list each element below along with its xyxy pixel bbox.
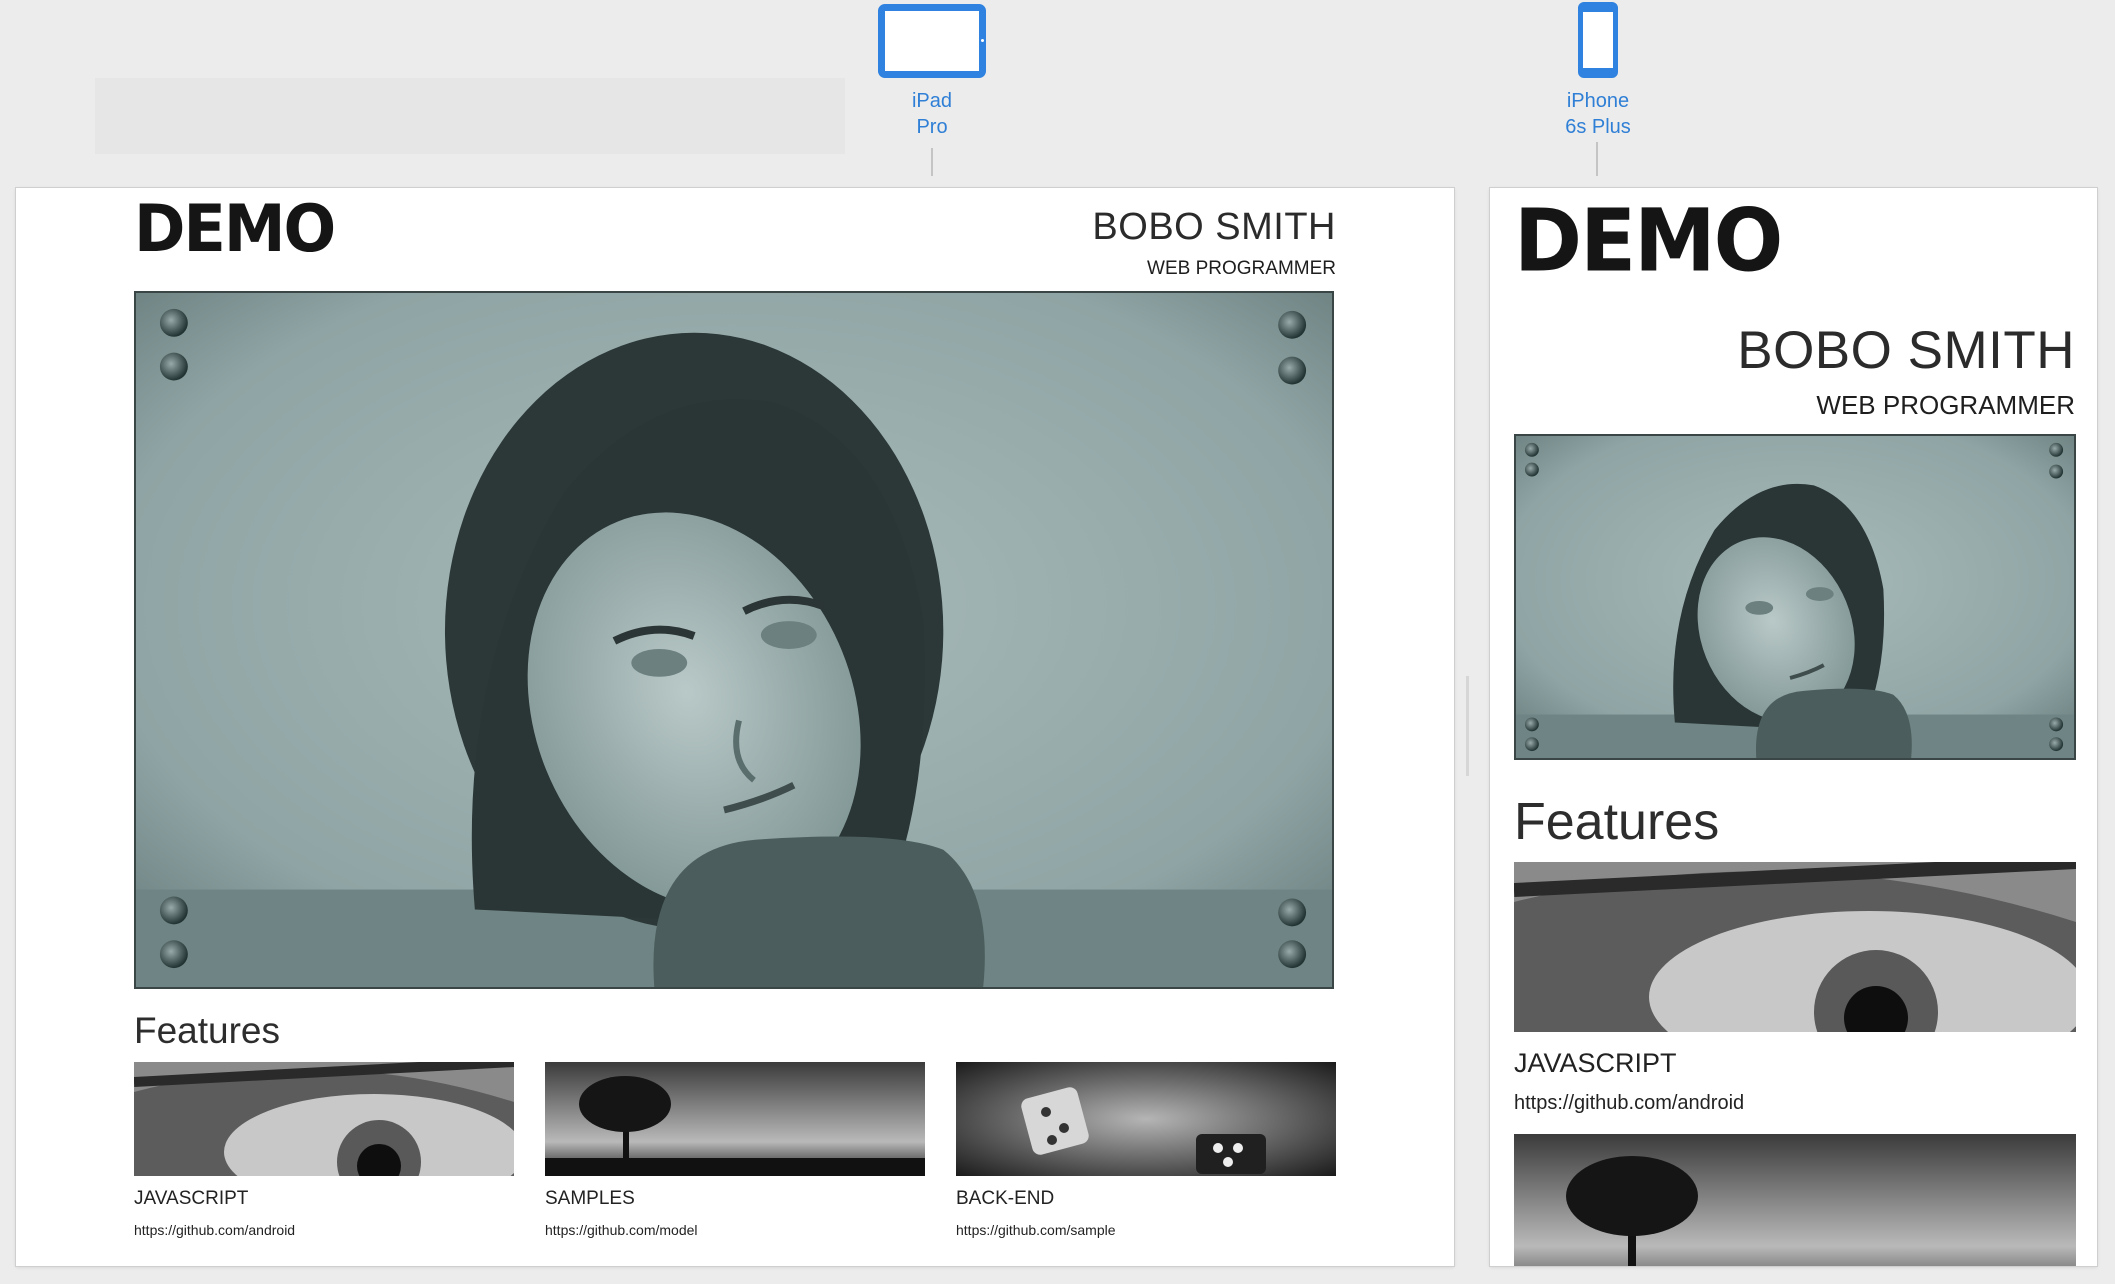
feature-image-tree[interactable] xyxy=(1514,1134,2076,1266)
profile-name: BOBO SMITH xyxy=(1737,321,2075,380)
hero-image xyxy=(134,291,1334,989)
feature-image-tree[interactable] xyxy=(545,1062,925,1176)
device-ipad-pro[interactable]: iPad Pro xyxy=(877,4,987,140)
profile-role: WEB PROGRAMMER xyxy=(1816,390,2075,420)
device-iphone-6s-plus[interactable]: iPhone 6s Plus xyxy=(1548,2,1648,140)
feature-title: JAVASCRIPT xyxy=(134,1188,249,1209)
tablet-icon xyxy=(878,4,986,78)
resize-handle[interactable] xyxy=(1466,676,1469,776)
connector-line xyxy=(1596,142,1598,176)
device-label: iPad Pro xyxy=(911,90,953,138)
feature-title: JAVASCRIPT xyxy=(1514,1048,1677,1078)
feature-link[interactable]: https://github.com/model xyxy=(545,1222,698,1238)
hero-image xyxy=(1514,434,2076,760)
feature-title: SAMPLES xyxy=(545,1188,635,1209)
features-heading: Features xyxy=(1514,793,1720,851)
profile-name: BOBO SMITH xyxy=(1092,206,1336,248)
iphone-preview-frame: DEMO BOBO SMITH WEB PROGRAMMER Features … xyxy=(1490,188,2097,1266)
feature-image-eye[interactable] xyxy=(1514,862,2076,1032)
device-label: iPhone 6s Plus xyxy=(1565,90,1631,138)
phone-icon xyxy=(1578,2,1618,78)
feature-link[interactable]: https://github.com/android xyxy=(1514,1092,1744,1115)
ipad-preview-frame: DEMO BOBO SMITH WEB PROGRAMMER Features … xyxy=(16,188,1454,1266)
profile-role: WEB PROGRAMMER xyxy=(1147,258,1336,279)
feature-image-eye[interactable] xyxy=(134,1062,514,1176)
connector-line xyxy=(931,148,933,176)
responsive-preview-canvas: iPad Pro iPhone 6s Plus DEMO BOBO SMITH … xyxy=(0,0,2115,1284)
feature-link[interactable]: https://github.com/android xyxy=(134,1222,295,1238)
feature-image-dice[interactable] xyxy=(956,1062,1336,1176)
toolbar-strip xyxy=(95,78,845,154)
feature-link[interactable]: https://github.com/sample xyxy=(956,1222,1116,1238)
features-heading: Features xyxy=(134,1010,281,1051)
site-logo[interactable]: DEMO xyxy=(1514,192,1783,292)
feature-title: BACK-END xyxy=(956,1188,1055,1209)
site-logo[interactable]: DEMO xyxy=(134,190,336,267)
